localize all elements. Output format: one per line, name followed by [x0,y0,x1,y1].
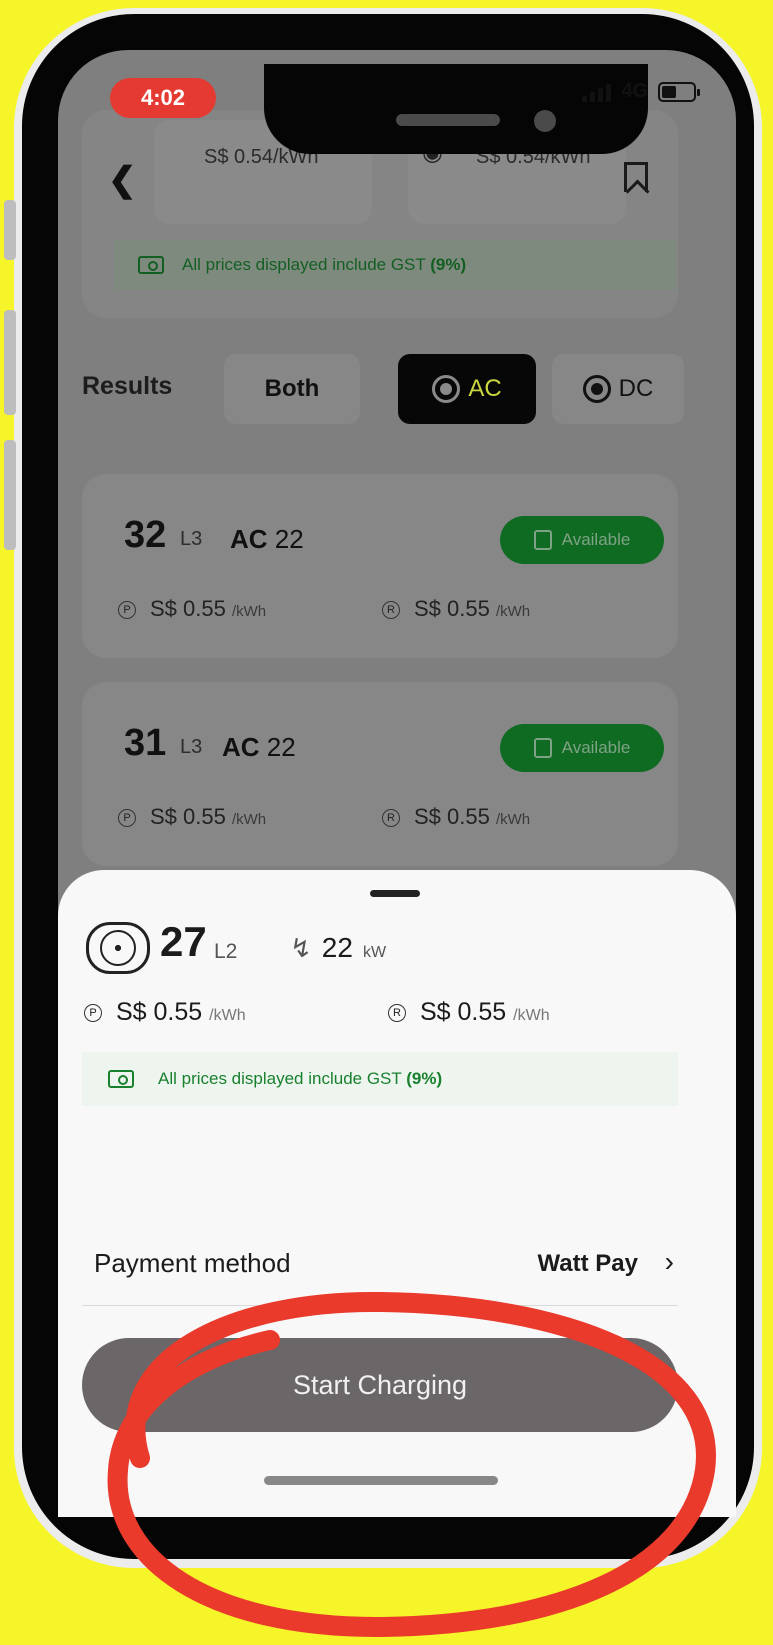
r-circle-icon: R [382,809,400,828]
results-filter: Results Both AC DC [82,354,684,426]
speaker-grille [396,114,500,126]
signal-icon [582,82,612,102]
r-circle-icon: R [382,601,400,620]
charger-status-icon [533,530,552,550]
sheet-power: ↯ 22 kW [290,932,386,964]
filter-ac-label: AC [468,375,502,402]
gst-notice-text: All prices displayed include GST [182,255,426,274]
charger-status-icon [533,738,552,758]
back-arrow-icon[interactable]: ❮ [108,160,137,200]
charger-level: L3 [180,736,203,758]
price-public: P S$ 0.55 /kWh [118,596,266,622]
chevron-right-icon: › [664,1246,674,1277]
charger-card[interactable]: 31 L3 AC 22 Available P S$ 0.55 /kWh R S$ … [82,682,678,866]
charger-bottom-sheet: 27 L2 ↯ 22 kW P S$ 0.55 /kWh R S$ 0.55 /kW… [58,870,736,1517]
start-charging-button[interactable]: Start Charging [82,1338,678,1432]
p-circle-icon: P [118,809,136,828]
charger-card[interactable]: 32 L3 AC 22 Available P S$ 0.55 /kWh R S$ … [82,474,678,658]
charger-level: L3 [180,528,203,550]
sheet-charger-number: 27 [160,918,207,965]
sheet-gst-notice: All prices displayed include GST (9%) [82,1052,678,1106]
money-icon [108,1070,134,1088]
app-screen: 4:02 4G S$ 0.54/kWh 4 ◉ S$ 0.54/kWh 0 ❮ … [58,50,736,1517]
filter-ac-tab[interactable]: AC [398,354,536,424]
price-resident: R S$ 0.55 /kWh [382,804,530,830]
status-indicators: 4G [582,80,700,103]
sheet-power-value: 22 [321,932,353,963]
status-time: 4:02 [110,78,216,118]
sheet-drag-handle[interactable] [370,890,420,897]
ac-plug-icon [86,922,150,974]
filter-both-tab[interactable]: Both [224,354,360,424]
price-public: P S$ 0.55 /kWh [118,804,266,830]
battery-icon [658,81,700,102]
bookmark-icon[interactable] [624,162,648,192]
charger-type: AC 22 [222,732,296,762]
payment-method-label: Payment method [94,1248,291,1278]
charger-type: AC 22 [230,524,304,554]
filter-dc-tab[interactable]: DC [552,354,684,424]
price-resident: R S$ 0.55 /kWh [382,596,530,622]
gst-notice: All prices displayed include GST (9%) [114,240,676,290]
p-circle-icon: P [118,601,136,620]
dc-plug-icon [582,375,611,403]
lightning-icon: ↯ [290,933,312,963]
payment-method-value: Watt Pay [537,1250,638,1277]
sheet-gst-rate: (9%) [406,1069,443,1088]
sheet-price-public: P S$ 0.55 /kWh [84,998,246,1027]
home-indicator[interactable] [264,1476,498,1485]
payment-method-row[interactable]: Payment method Watt Pay › [82,1222,678,1306]
gst-rate: (9%) [430,255,467,274]
sheet-power-unit: kW [362,944,387,961]
network-label: 4G [621,80,648,102]
front-camera [534,110,556,132]
money-icon [138,256,164,274]
results-label: Results [82,372,173,400]
ac-plug-icon [432,375,461,403]
phone-mute-switch [4,200,16,260]
p-circle-icon: P [84,1004,102,1023]
available-badge: Available [500,516,664,564]
available-badge: Available [500,724,664,772]
r-circle-icon: R [388,1004,406,1023]
sheet-price-resident: R S$ 0.55 /kWh [388,998,550,1027]
filter-dc-label: DC [618,375,654,402]
notch [264,64,648,154]
charger-number: 31 [124,722,167,764]
phone-volume-down-button [4,440,16,550]
charger-number: 32 [124,514,167,556]
sheet-gst-text: All prices displayed include GST [158,1069,402,1088]
sheet-charger-level: L2 [214,940,238,963]
phone-volume-up-button [4,310,16,415]
filter-both-label: Both [264,375,320,402]
